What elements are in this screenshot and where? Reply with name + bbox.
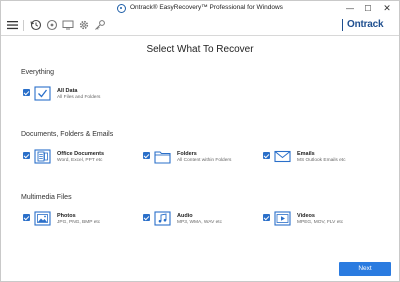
- page-title: Select What To Recover: [146, 44, 254, 55]
- videos-checkbox[interactable]: [263, 214, 270, 221]
- option-description: All Content within Folders: [177, 158, 232, 163]
- settings-icon[interactable]: [77, 18, 91, 32]
- recover-icon[interactable]: [29, 18, 43, 32]
- window-title: Ontrack® EasyRecovery™ Professional for …: [130, 4, 283, 11]
- title-bar: Ontrack® EasyRecovery™ Professional for …: [1, 1, 399, 16]
- toolbar: Ontrack: [1, 16, 399, 36]
- option-label: Office Documents: [57, 151, 105, 157]
- video-icon: [274, 211, 291, 226]
- option-videos[interactable]: Videos MPEG, MOV, FLV etc: [263, 211, 373, 235]
- next-button[interactable]: Next: [339, 262, 391, 276]
- minimize-button[interactable]: —: [343, 2, 357, 15]
- option-description: Word, Excel, PPT etc: [57, 158, 103, 163]
- document-icon: [34, 149, 51, 164]
- option-emails[interactable]: Emails MS Outlook Emails etc: [263, 149, 373, 173]
- email-icon: [274, 149, 291, 164]
- section-title-everything: Everything: [21, 69, 55, 76]
- option-label: Folders: [177, 151, 197, 157]
- option-description: All Files and Folders: [57, 95, 101, 100]
- audio-icon: [154, 211, 171, 226]
- toolbar-divider: [23, 20, 24, 31]
- option-description: MPEG, MOV, FLV etc: [297, 220, 344, 225]
- option-folders[interactable]: Folders All Content within Folders: [143, 151, 253, 173]
- option-label: Emails: [297, 151, 315, 157]
- audio-checkbox[interactable]: [143, 214, 150, 221]
- brand-divider: [342, 19, 343, 31]
- photo-icon: [34, 211, 51, 226]
- brand-logo: Ontrack: [347, 19, 384, 30]
- maximize-button[interactable]: ☐: [361, 2, 375, 15]
- close-button[interactable]: ✕: [380, 2, 394, 15]
- key-icon[interactable]: [93, 18, 107, 32]
- option-audio[interactable]: Audio MP3, WMA, WAV etc: [143, 211, 253, 235]
- option-photos[interactable]: Photos JPG, PNG, BMP etc: [23, 211, 133, 235]
- app-logo-icon: [117, 4, 126, 13]
- option-label: All Data: [57, 88, 78, 94]
- all-data-checkbox[interactable]: [23, 89, 30, 96]
- option-description: MS Outlook Emails etc: [297, 158, 346, 163]
- emails-checkbox[interactable]: [263, 152, 270, 159]
- option-label: Videos: [297, 213, 315, 219]
- option-all-data[interactable]: All Data All Files and Folders: [23, 86, 123, 110]
- folder-icon: [154, 149, 171, 164]
- option-label: Audio: [177, 213, 193, 219]
- photos-checkbox[interactable]: [23, 214, 30, 221]
- folders-checkbox[interactable]: [143, 152, 150, 159]
- office-documents-checkbox[interactable]: [23, 152, 30, 159]
- app-window: Ontrack® EasyRecovery™ Professional for …: [0, 0, 400, 282]
- option-description: MP3, WMA, WAV etc: [177, 220, 223, 225]
- option-office-documents[interactable]: Office Documents Word, Excel, PPT etc: [23, 149, 133, 173]
- option-description: JPG, PNG, BMP etc: [57, 220, 101, 225]
- menu-icon[interactable]: [5, 18, 19, 32]
- check-box-icon: [34, 86, 51, 101]
- section-title-documents: Documents, Folders & Emails: [21, 131, 114, 138]
- option-label: Photos: [57, 213, 76, 219]
- section-title-multimedia: Multimedia Files: [21, 194, 72, 201]
- monitor-icon[interactable]: [61, 18, 75, 32]
- drive-icon[interactable]: [45, 18, 59, 32]
